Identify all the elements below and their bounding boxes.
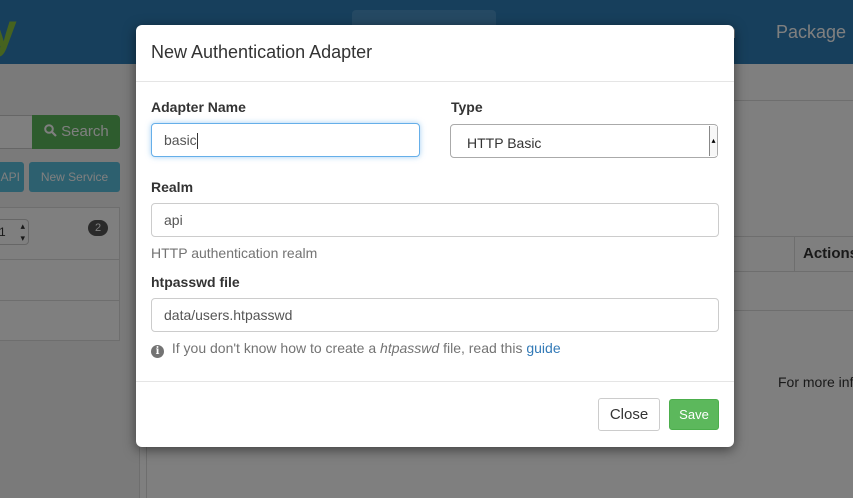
- type-label: Type: [451, 99, 483, 115]
- realm-value: api: [164, 212, 183, 228]
- text-caret: [196, 133, 198, 150]
- modal-body: Adapter Name basic Type HTTP Basic ▴ Rea…: [136, 82, 734, 382]
- type-select[interactable]: HTTP Basic ▴: [450, 124, 718, 158]
- help-emphasis: htpasswd: [380, 340, 440, 356]
- select-arrow-icon: ▴: [709, 126, 717, 156]
- realm-label: Realm: [151, 179, 194, 195]
- adapter-name-label: Adapter Name: [151, 99, 246, 115]
- save-button[interactable]: Save: [669, 399, 719, 430]
- help-prefix: If you don't know how to create a: [171, 340, 377, 356]
- htpasswd-value: data/users.htpasswd: [164, 307, 293, 323]
- guide-link[interactable]: guide: [526, 340, 560, 356]
- help-middle: file, read this: [443, 340, 523, 356]
- close-button[interactable]: Close: [598, 398, 660, 431]
- info-icon: i: [151, 345, 164, 358]
- adapter-name-value: basic: [164, 132, 197, 148]
- auth-adapter-modal: New Authentication Adapter Adapter Name …: [136, 25, 734, 447]
- realm-help-text: HTTP authentication realm: [151, 245, 318, 261]
- type-selected-value: HTTP Basic: [467, 135, 542, 151]
- htpasswd-help-text: i If you don't know how to create a htpa…: [151, 340, 561, 358]
- modal-title: New Authentication Adapter: [151, 42, 373, 62]
- htpasswd-input[interactable]: data/users.htpasswd: [151, 298, 719, 332]
- realm-input[interactable]: api: [151, 203, 719, 237]
- htpasswd-label: htpasswd file: [151, 274, 240, 290]
- modal-header: New Authentication Adapter: [136, 25, 734, 82]
- adapter-name-input[interactable]: basic: [151, 123, 420, 157]
